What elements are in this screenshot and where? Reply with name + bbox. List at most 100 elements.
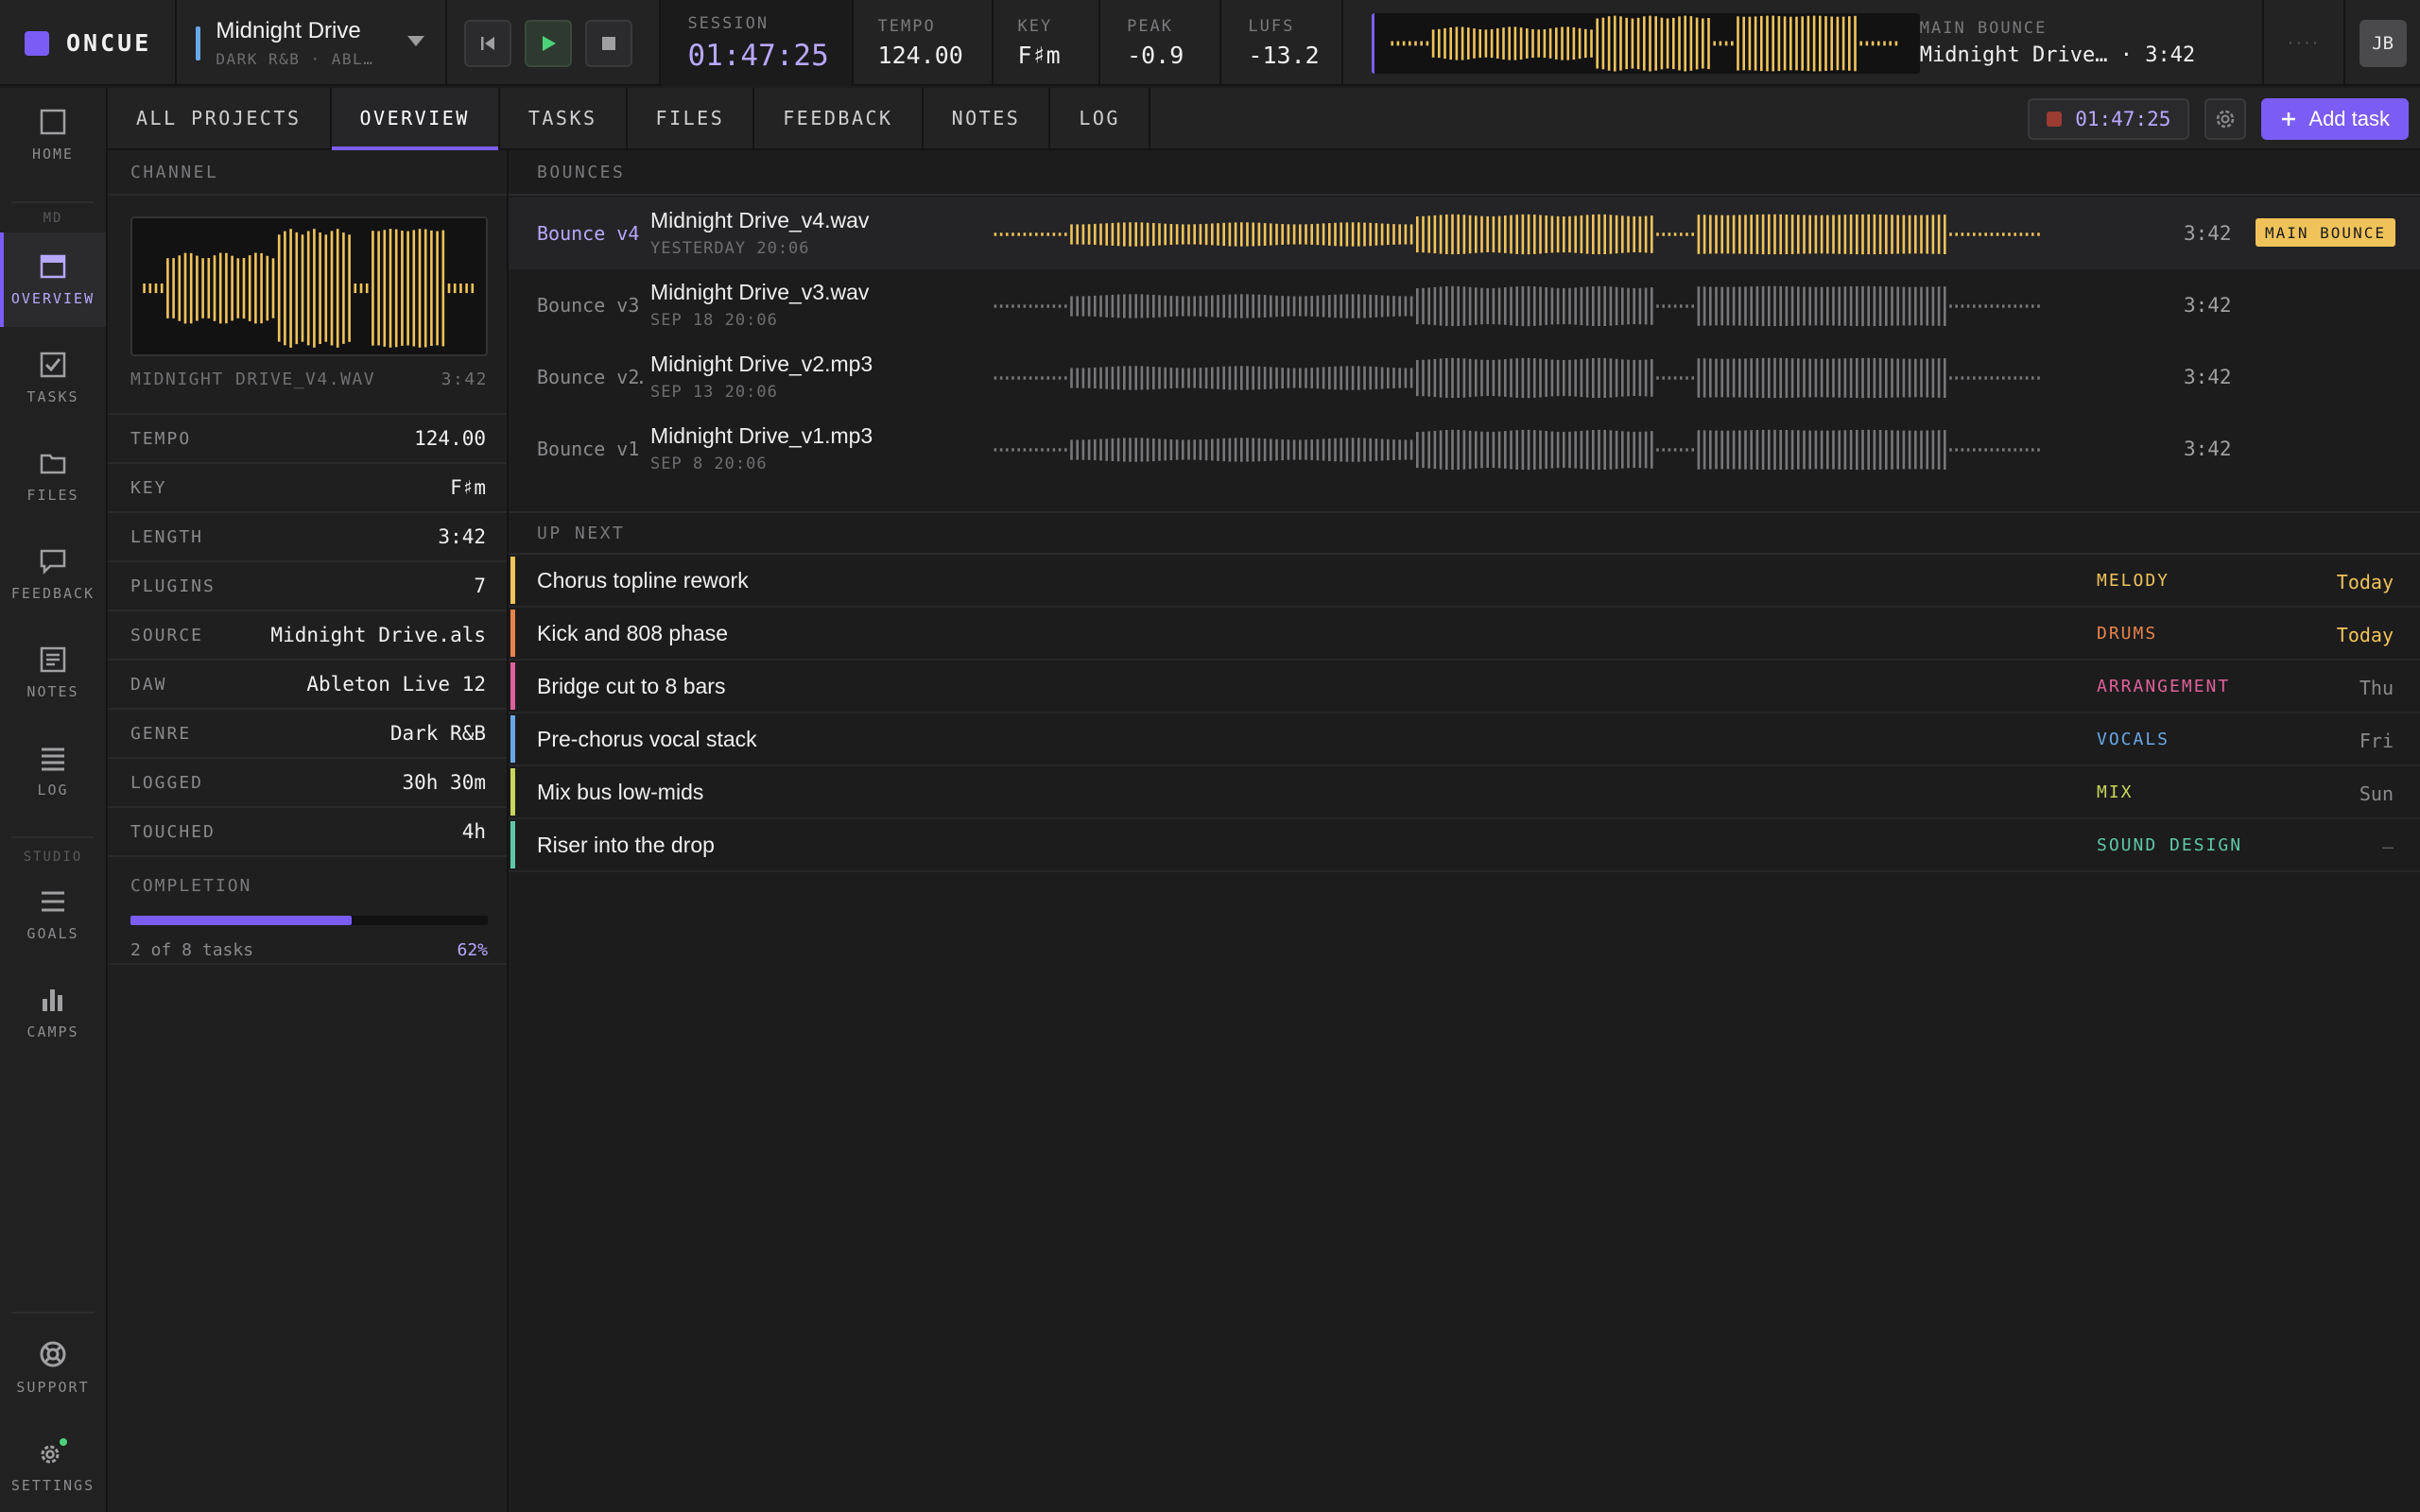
- rail-item-feedback[interactable]: FEEDBACK: [0, 527, 106, 622]
- waveform-bar: [1814, 215, 1818, 254]
- prop-value: Dark R&B: [389, 722, 486, 745]
- waveform-bar: [1257, 438, 1261, 462]
- waveform-bar: [1486, 287, 1489, 324]
- tab-tasks[interactable]: TASKS: [500, 88, 628, 148]
- project-selector[interactable]: Midnight Drive DARK R&B · ABL…: [177, 0, 447, 86]
- channel-waveform[interactable]: [130, 216, 488, 356]
- mini-waveform[interactable]: [1371, 12, 1920, 74]
- tab-log[interactable]: LOG: [1050, 88, 1150, 148]
- main-bounce-length: · 3:42: [2119, 43, 2196, 67]
- tab-files[interactable]: FILES: [628, 88, 755, 148]
- waveform-bar: [1129, 222, 1132, 247]
- waveform-bar: [1885, 286, 1888, 326]
- task-color-bar: [510, 557, 515, 604]
- rail-divider: [11, 201, 95, 203]
- waveform-bar: [1668, 448, 1671, 452]
- settings-button[interactable]: [2204, 98, 2247, 140]
- tab-notes[interactable]: NOTES: [924, 88, 1051, 148]
- bounce-waveform[interactable]: [960, 428, 2082, 472]
- rail-item-home[interactable]: HOME: [0, 88, 106, 182]
- waveform-bar: [401, 231, 404, 346]
- rail-item-log[interactable]: LOG: [0, 724, 106, 818]
- waveform-bar: [1709, 358, 1712, 398]
- tab-overview[interactable]: OVERVIEW: [331, 88, 500, 150]
- task-row[interactable]: Pre-chorus vocal stack VOCALS Fri: [509, 713, 2420, 766]
- waveform-bar: [1527, 285, 1530, 327]
- waveform-bar: [1374, 367, 1378, 389]
- record-icon: [2047, 112, 2063, 127]
- waveform-bar: [1437, 28, 1441, 58]
- waveform-bar: [1416, 216, 1419, 253]
- waveform-bar: [1064, 448, 1067, 452]
- skip-back-button[interactable]: [463, 19, 511, 67]
- waveform-bar: [1550, 215, 1554, 253]
- main-bounce-info[interactable]: MAIN BOUNCE Midnight Drive… · 3:42: [1920, 0, 2264, 86]
- tab-all-projects[interactable]: ALL PROJECTS: [108, 88, 332, 148]
- waveform-bar: [1240, 222, 1243, 247]
- waveform-bar: [994, 232, 997, 236]
- waveform-bar: [1779, 214, 1782, 255]
- tempo-value: 124.00: [877, 42, 963, 69]
- waveform-bar: [1492, 287, 1495, 325]
- more-button[interactable]: ····: [2264, 0, 2346, 86]
- waveform-bar: [1926, 430, 1928, 470]
- main-bounce-label: MAIN BOUNCE: [1919, 19, 2048, 38]
- user-menu[interactable]: JB: [2345, 0, 2420, 86]
- waveform-bar: [1615, 215, 1618, 254]
- project-subtitle: DARK R&B · ABL…: [216, 50, 374, 68]
- stop-button[interactable]: [584, 19, 632, 67]
- waveform-bar: [1651, 359, 1653, 397]
- waveform-bar: [1064, 232, 1067, 236]
- waveform-bar: [1949, 232, 1952, 236]
- bounce-row[interactable]: Bounce v3 Midnight Drive_v3.wav SEP 18 2…: [509, 269, 2420, 341]
- play-button[interactable]: [524, 19, 572, 67]
- brand[interactable]: ONCUE: [0, 0, 178, 86]
- waveform-bar: [1351, 222, 1355, 247]
- waveform-bar: [1252, 366, 1254, 390]
- waveform-bar: [1654, 15, 1657, 71]
- rail-item-files[interactable]: FILES: [0, 429, 106, 524]
- waveform-bar: [994, 376, 997, 380]
- task-color-bar: [510, 821, 515, 868]
- task-row[interactable]: Kick and 808 phase DRUMS Today: [509, 608, 2420, 661]
- waveform-bar: [1554, 26, 1558, 60]
- waveform-bar: [1738, 215, 1741, 254]
- rail-item-settings[interactable]: SETTINGS: [0, 1418, 106, 1512]
- rail-item-tasks[interactable]: TASKS: [0, 331, 106, 425]
- waveform-bar: [1439, 430, 1443, 470]
- bounce-row[interactable]: Bounce v2… Midnight Drive_v2.mp3 SEP 13 …: [509, 341, 2420, 413]
- waveform-bar: [342, 232, 345, 344]
- add-task-button[interactable]: Add task: [2261, 98, 2409, 140]
- bounce-waveform[interactable]: [960, 284, 2082, 328]
- record-timer-button[interactable]: 01:47:25: [2028, 98, 2190, 140]
- waveform-bar: [1876, 41, 1880, 45]
- waveform-bar: [1713, 41, 1716, 45]
- waveform-bar: [1475, 215, 1478, 253]
- waveform-bar: [1515, 358, 1518, 398]
- waveform-bar: [1973, 448, 1976, 452]
- avatar[interactable]: JB: [2359, 19, 2407, 67]
- waveform-bar: [1966, 232, 1970, 236]
- bounce-row[interactable]: Bounce v4 Midnight Drive_v4.wav YESTERDA…: [509, 198, 2420, 269]
- mini-waveform-cell: [1343, 0, 1920, 86]
- rail-item-notes[interactable]: NOTES: [0, 626, 106, 720]
- waveform-bar: [2002, 376, 2005, 380]
- waveform-bar: [1744, 358, 1747, 398]
- bounce-waveform[interactable]: [960, 213, 2082, 256]
- task-row[interactable]: Chorus topline rework MELODY Today: [509, 555, 2420, 608]
- task-row[interactable]: Bridge cut to 8 bars ARRANGEMENT Thu: [509, 661, 2420, 713]
- rail-item-goals[interactable]: GOALS: [0, 868, 106, 962]
- rail-item-overview[interactable]: OVERVIEW: [0, 232, 106, 327]
- bounce-waveform[interactable]: [960, 356, 2082, 400]
- rail-item-camps[interactable]: CAMPS: [0, 966, 106, 1060]
- rail-item-support[interactable]: SUPPORT: [0, 1320, 106, 1415]
- tab-feedback[interactable]: FEEDBACK: [754, 88, 924, 148]
- waveform-bar: [1797, 286, 1800, 326]
- task-title: Mix bus low-mids: [537, 780, 704, 804]
- waveform-bar: [1748, 16, 1751, 70]
- task-row[interactable]: Mix bus low-mids MIX Sun: [509, 766, 2420, 819]
- waveform-bar: [1914, 215, 1917, 254]
- task-row[interactable]: Riser into the drop SOUND DESIGN —: [509, 819, 2420, 872]
- prop-value: Ableton Live 12: [306, 673, 486, 696]
- bounce-row[interactable]: Bounce v1 Midnight Drive_v1.mp3 SEP 8 20…: [509, 413, 2420, 485]
